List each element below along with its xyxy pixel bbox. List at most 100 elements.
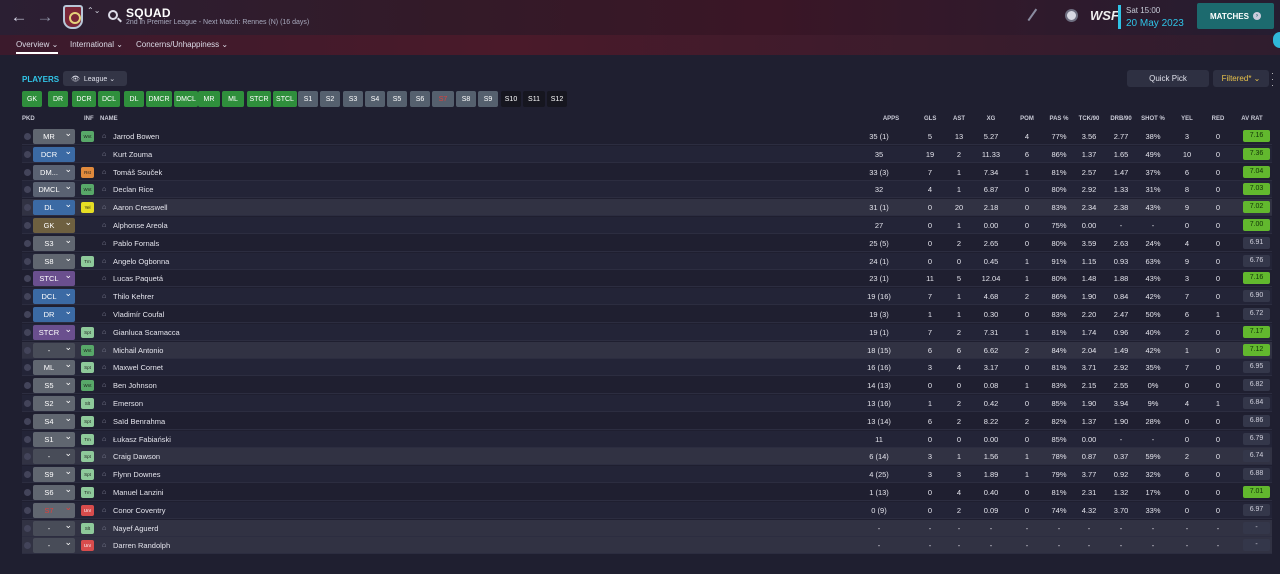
position-select[interactable]: S4 [33, 411, 75, 429]
player-name[interactable]: Łukasz Fabiański [113, 431, 171, 448]
club-crest-icon[interactable] [63, 5, 83, 29]
position-select[interactable]: S9 [33, 464, 75, 483]
position-chip-dl[interactable]: DL [124, 91, 144, 107]
pick-radio[interactable] [24, 542, 31, 550]
table-row[interactable]: S2 Slt ⌂ Emerson 13 (16) 1 2 0.42 0 85% 1.90 3.94 9%… [22, 393, 1272, 412]
column-header-pkd[interactable]: PKD [22, 116, 35, 122]
player-name[interactable]: Ben Johnson [113, 377, 157, 394]
table-row[interactable]: S4 Spt ⌂ Saïd Benrahma 13 (14) 6 2 8.22 2 82% 1.37… [22, 411, 1272, 430]
pick-radio[interactable] [24, 471, 31, 479]
position-select[interactable]: DCL [33, 286, 75, 305]
pick-radio[interactable] [24, 506, 31, 514]
pick-radio[interactable] [24, 453, 31, 461]
pick-radio[interactable] [24, 346, 31, 354]
club-switch-arrows-icon[interactable]: ⌃⌄ [87, 6, 100, 16]
pick-radio[interactable] [24, 204, 31, 212]
column-header-ast[interactable]: AST [952, 116, 966, 122]
position-select[interactable]: STCL [33, 268, 75, 287]
column-header-drb-90[interactable]: DRB/90 [1107, 116, 1135, 122]
table-row[interactable]: ML Spt ⌂ Maxwel Cornet 16 (16) 3 4 3.17 0 81% 3.71… [22, 357, 1272, 377]
pick-radio[interactable] [24, 435, 31, 443]
table-row[interactable]: STCR Spt ⌂ Gianluca Scamacca 19 (1) 7 2 7.31 1 81… [22, 322, 1272, 341]
position-chip-gk[interactable]: GK [22, 91, 42, 107]
league-dropdown[interactable]: 👁 League ⌄ [63, 71, 127, 86]
filtered-dropdown[interactable]: Filtered* ⌄ [1213, 70, 1269, 87]
position-select[interactable]: DMCL [33, 179, 75, 198]
position-select[interactable]: S3 [33, 233, 75, 251]
player-name[interactable]: Manuel Lanzini [113, 484, 163, 501]
quick-pick-button[interactable]: Quick Pick [1127, 70, 1209, 87]
position-chip-dcr[interactable]: DCR [72, 91, 96, 107]
player-name[interactable]: Declan Rice [113, 181, 153, 198]
player-name[interactable]: Tomáš Souček [113, 164, 162, 181]
pick-radio[interactable] [24, 168, 31, 176]
position-select[interactable]: S5 [33, 375, 75, 394]
position-select[interactable]: - [33, 446, 75, 465]
position-chip-mr[interactable]: MR [198, 91, 220, 107]
more-options-icon[interactable]: · · · [1271, 69, 1274, 90]
position-chip-s10[interactable]: S10 [501, 91, 521, 107]
position-select[interactable]: DM... [33, 162, 75, 180]
position-select[interactable]: STCR [33, 322, 75, 340]
back-arrow-icon[interactable]: ← [10, 8, 28, 26]
table-row[interactable]: S6 Tm ⌂ Manuel Lanzini 1 (13) 0 4 0.40 0 81% 2.31 1… [22, 482, 1272, 501]
position-chip-s6[interactable]: S6 [410, 91, 430, 107]
column-header-apps[interactable]: APPS [880, 116, 902, 122]
table-row[interactable]: DCR ⌂ Kurt Zouma 35 19 2 11.33 6 86% 1.37 1.65 49% 1… [22, 144, 1272, 163]
table-row[interactable]: STCL ⌂ Lucas Paquetá 23 (1) 11 5 12.04 1 80% 1.48… [22, 268, 1272, 288]
table-row[interactable]: MR Wnt ⌂ Jarrod Bowen 35 (1) 5 13 5.27 4 77% 3.56 2… [22, 126, 1272, 145]
column-header-av-rat[interactable]: AV RAT [1240, 116, 1264, 122]
player-name[interactable]: Thilo Kehrer [113, 288, 154, 305]
position-chip-s5[interactable]: S5 [387, 91, 407, 107]
pick-radio[interactable] [24, 293, 31, 301]
player-name[interactable]: Nayef Aguerd [113, 520, 158, 537]
table-row[interactable]: DL Yel ⌂ Aaron Cresswell 31 (1) 0 20 2.18 0 83% 2.… [22, 197, 1272, 217]
pick-radio[interactable] [24, 524, 31, 532]
pick-radio[interactable] [24, 400, 31, 407]
position-chip-stcl[interactable]: STCL [273, 91, 297, 107]
position-chip-s11[interactable]: S11 [523, 91, 545, 107]
position-select[interactable]: - [33, 518, 75, 536]
column-header-xg[interactable]: XG [982, 116, 1000, 122]
position-select[interactable]: - [33, 535, 75, 554]
player-name[interactable]: Aaron Cresswell [113, 199, 168, 216]
player-name[interactable]: Emerson [113, 395, 143, 412]
position-select[interactable]: DR [33, 304, 75, 322]
pick-radio[interactable] [24, 257, 31, 265]
position-select[interactable]: GK [33, 215, 75, 233]
column-header-red[interactable]: RED [1210, 116, 1226, 122]
position-select[interactable]: S1 [33, 429, 75, 447]
player-name[interactable]: Jarrod Bowen [113, 128, 159, 145]
column-header-pom[interactable]: POM [1019, 116, 1035, 122]
table-row[interactable]: S1 Tm ⌂ Łukasz Fabiański 11 0 0 0.00 0 85% 0.00 - - 0… [22, 429, 1272, 448]
table-row[interactable]: S9 Spt ⌂ Flynn Downes 4 (25) 3 3 1.89 1 79% 3.77 0.… [22, 464, 1272, 484]
pick-radio[interactable] [24, 417, 31, 425]
position-select[interactable]: DL [33, 197, 75, 216]
pick-radio[interactable] [24, 239, 31, 247]
position-chip-dmcr[interactable]: DMCR [146, 91, 172, 107]
player-name[interactable]: Lucas Paquetá [113, 270, 163, 287]
position-chip-s1[interactable]: S1 [298, 91, 318, 107]
position-chip-s7[interactable]: S7 [432, 91, 454, 107]
tab-concerns[interactable]: Concerns/Unhappiness ⌄ [136, 40, 228, 49]
position-select[interactable]: DCR [33, 144, 75, 162]
position-chip-s4[interactable]: S4 [365, 91, 385, 107]
player-name[interactable]: Craig Dawson [113, 448, 160, 465]
position-chip-s12[interactable]: S12 [547, 91, 567, 107]
table-row[interactable]: DR ⌂ Vladimír Coufal 19 (3) 1 1 0.30 0 83% 2.20 2.… [22, 304, 1272, 323]
column-header-shot-[interactable]: SHOT % [1139, 116, 1167, 122]
tab-international[interactable]: International ⌄ [70, 40, 123, 49]
position-chip-s3[interactable]: S3 [343, 91, 363, 107]
table-row[interactable]: GK ⌂ Alphonse Areola 27 0 1 0.00 0 75% 0.00 - - 0 0 7.… [22, 215, 1272, 234]
player-name[interactable]: Michail Antonio [113, 342, 163, 359]
position-select[interactable]: MR [33, 126, 75, 144]
player-name[interactable]: Kurt Zouma [113, 146, 152, 163]
position-chip-s2[interactable]: S2 [320, 91, 340, 107]
player-name[interactable]: Alphonse Areola [113, 217, 168, 234]
side-panel-toggle-icon[interactable] [1273, 32, 1280, 48]
player-name[interactable]: Darren Randolph [113, 537, 170, 554]
table-row[interactable]: -Unr⌂Darren Randolph------------ [22, 535, 1272, 555]
position-chip-ml[interactable]: ML [222, 91, 244, 107]
pick-radio[interactable] [24, 311, 31, 318]
table-row[interactable]: DM... Rst ⌂ Tomáš Souček 33 (3) 7 1 7.34 1 81% 2.5… [22, 162, 1272, 181]
